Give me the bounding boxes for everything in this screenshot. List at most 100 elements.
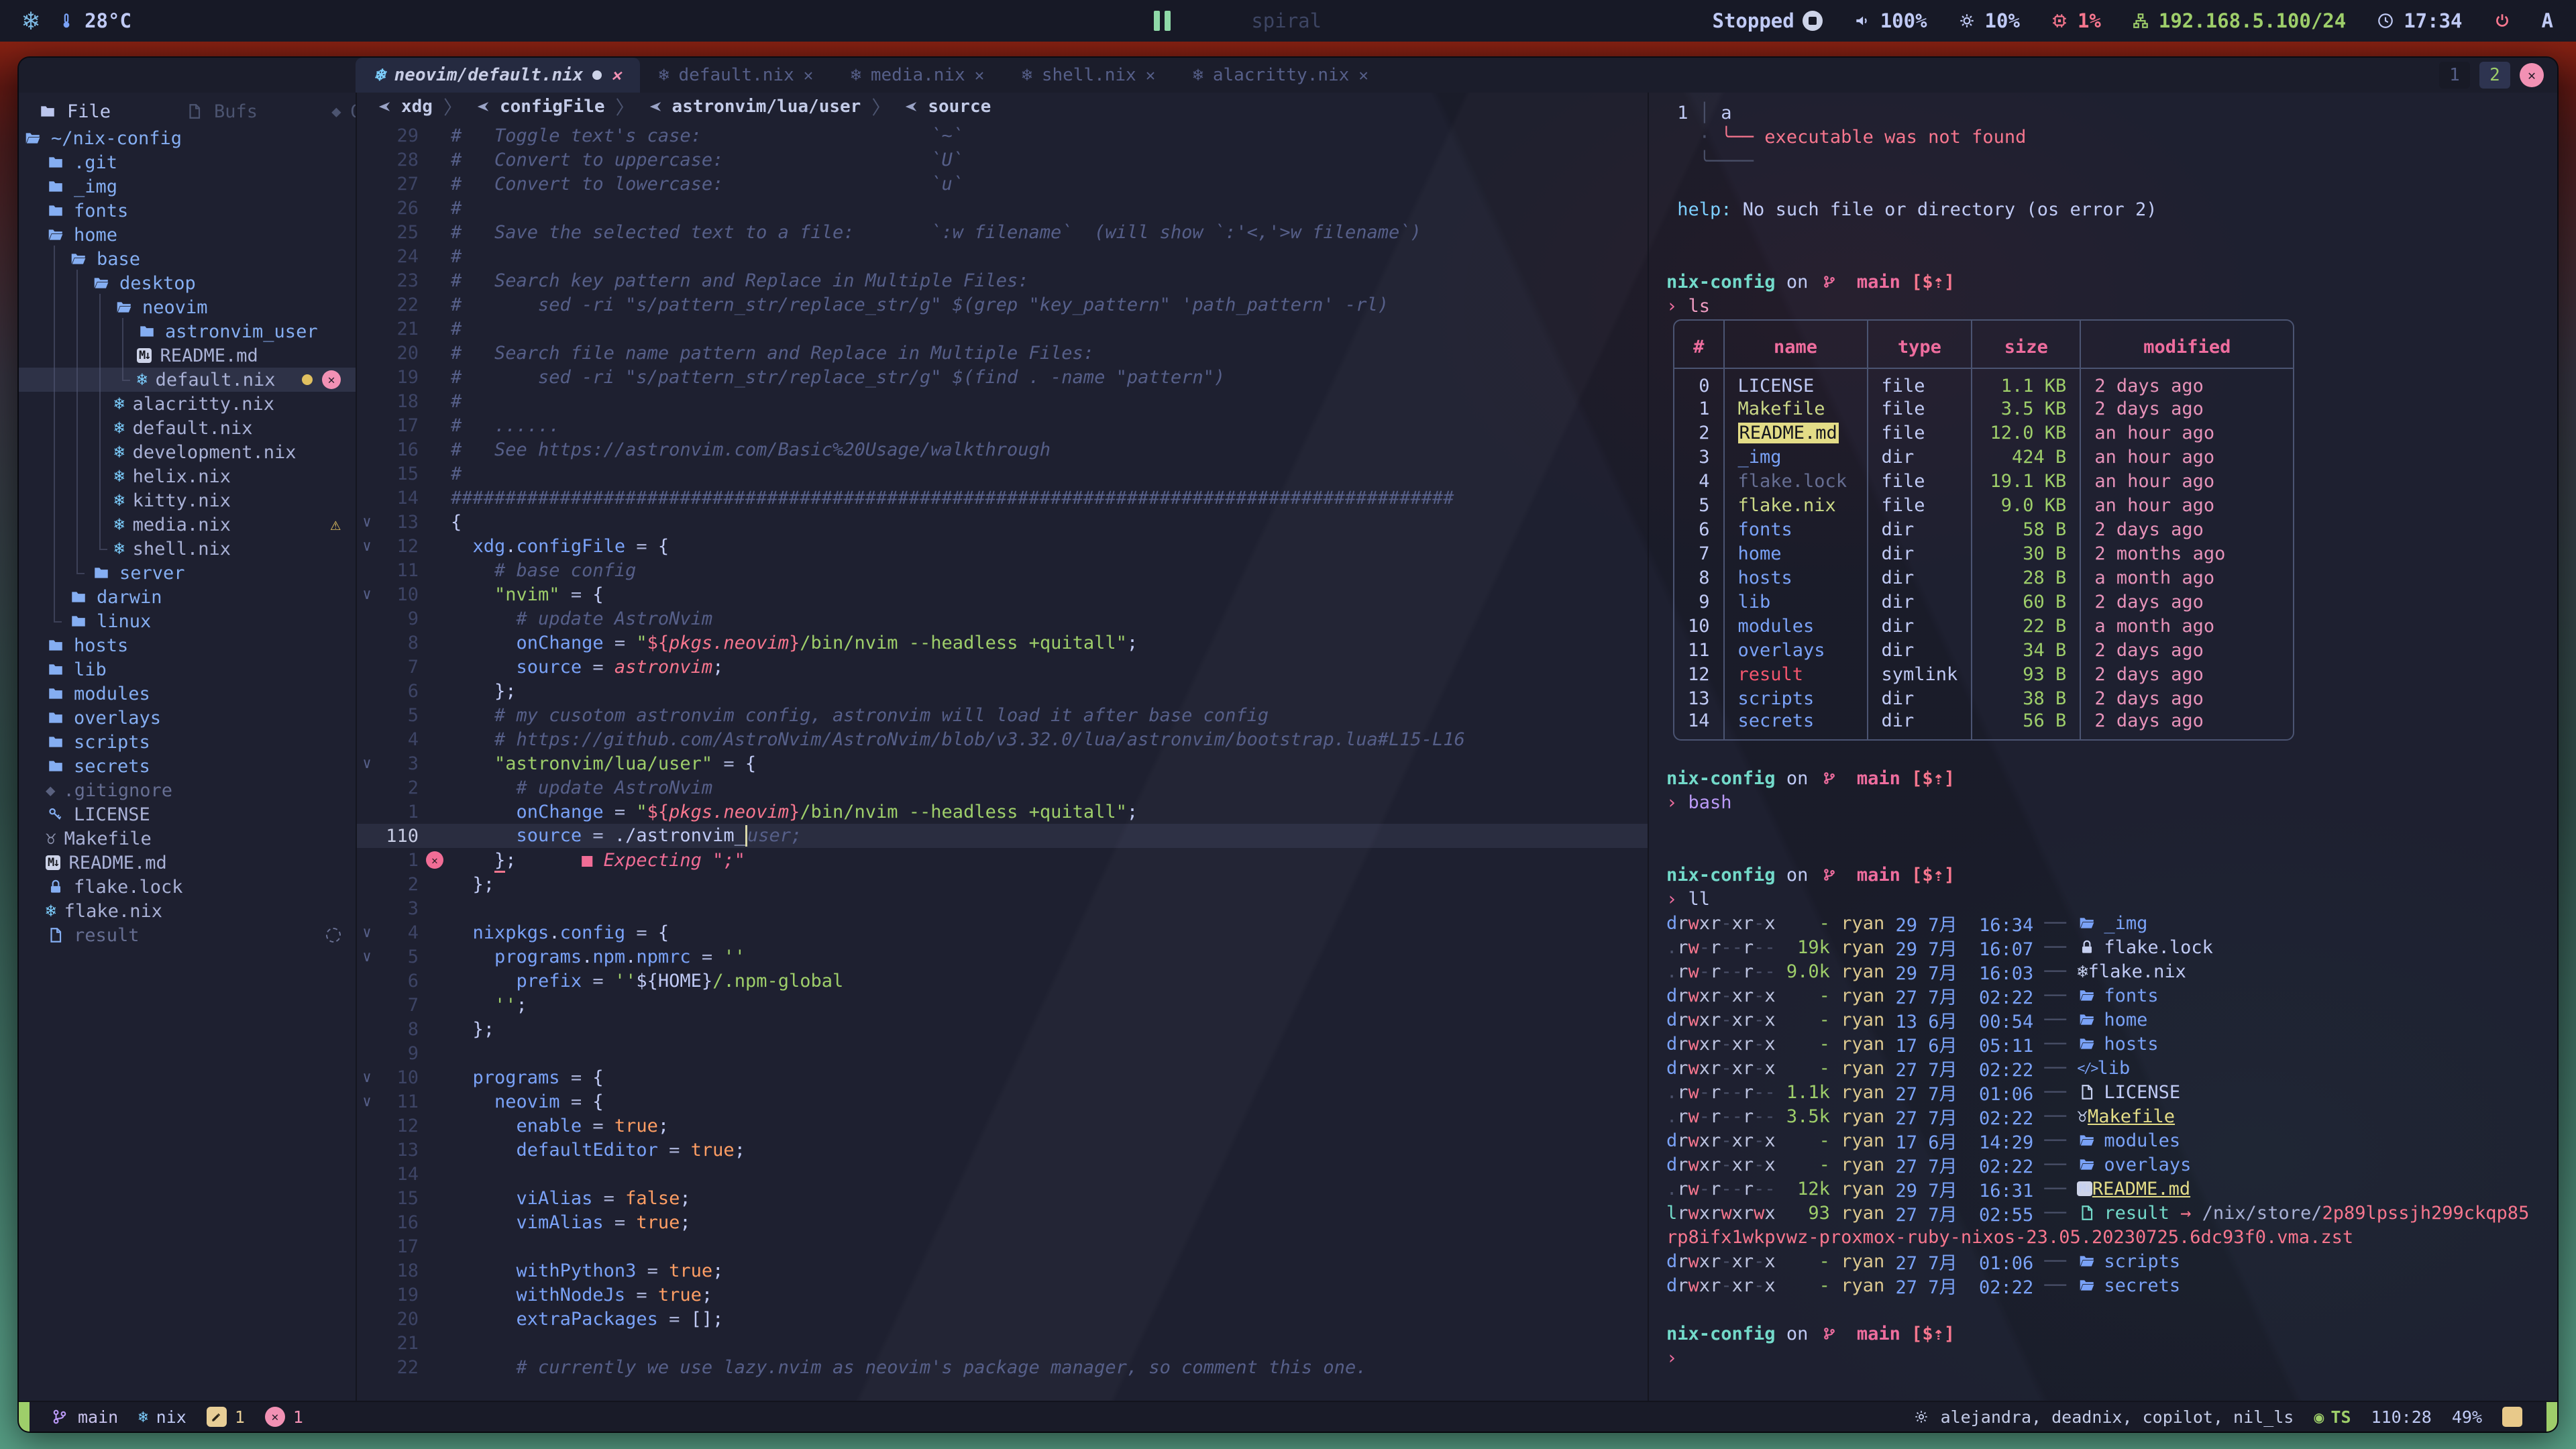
editor-line[interactable]: 15 viAlias = false; (357, 1186, 1648, 1210)
editor-line[interactable]: ∨5 programs.npm.npmrc = '' (357, 945, 1648, 969)
editor-line[interactable]: 21 (357, 1331, 1648, 1355)
memory-widget[interactable]: 10% (1957, 9, 2020, 32)
statusline-modified[interactable]: 1 (207, 1407, 245, 1427)
editor-line[interactable]: 14 (357, 1162, 1648, 1186)
tree-item-darwin[interactable]: darwin (19, 585, 356, 609)
editor-line[interactable]: 16 vimAlias = true; (357, 1210, 1648, 1234)
tree-item-media.nix[interactable]: ❄media.nix⚠ (19, 513, 356, 537)
tree-item-Makefile[interactable]: ♉Makefile (19, 826, 356, 851)
tree-item-_img[interactable]: _img (19, 174, 356, 199)
editor-line[interactable]: 12 enable = true; (357, 1114, 1648, 1138)
media-widget[interactable]: Stopped (1712, 9, 1822, 32)
tree-item-overlays[interactable]: overlays (19, 706, 356, 730)
tree-item-helix.nix[interactable]: ❄helix.nix (19, 464, 356, 488)
buffer-close-icon[interactable]: ✕ (975, 66, 984, 85)
editor-line[interactable]: 16# See https://astronvim.com/Basic%20Us… (357, 437, 1648, 462)
editor-line[interactable]: 8 onChange = "${pkgs.neovim}/bin/nvim --… (357, 631, 1648, 655)
neotree-source-git[interactable]: ◆Git (331, 101, 356, 122)
cpu-widget[interactable]: 1% (2049, 9, 2101, 32)
buffer-close-icon[interactable]: ✕ (611, 66, 621, 85)
editor-line[interactable]: 27# Convert to lowercase: `u` (357, 172, 1648, 196)
tree-item-server[interactable]: server (19, 561, 356, 585)
network-widget[interactable]: 192.168.5.100/24 (2131, 9, 2346, 32)
tree-item-alacritty.nix[interactable]: ❄alacritty.nix (19, 392, 356, 416)
tree-item-secrets[interactable]: secrets (19, 754, 356, 778)
editor-line[interactable]: 17 (357, 1234, 1648, 1258)
editor-line[interactable]: 25# Save the selected text to a file: `:… (357, 220, 1648, 244)
editor-line[interactable]: 24# (357, 244, 1648, 268)
tree-item-hosts[interactable]: hosts (19, 633, 356, 657)
fold-icon[interactable]: ∨ (357, 949, 377, 965)
tree-item-fonts[interactable]: fonts (19, 199, 356, 223)
tree-item-desktop[interactable]: desktop (19, 271, 356, 295)
statusline-git-branch[interactable]: main (50, 1407, 118, 1427)
editor-line-current[interactable]: 110 source = ./astronvim_user; (357, 824, 1648, 848)
editor-line[interactable]: ∨10 programs = { (357, 1065, 1648, 1089)
fold-icon[interactable]: ∨ (357, 1069, 377, 1086)
buffer-tab[interactable]: ❄media.nix✕ (832, 58, 1003, 93)
statusline-errors[interactable]: ✕ 1 (265, 1407, 303, 1427)
editor-line[interactable]: 7 source = astronvim; (357, 655, 1648, 679)
tree-item-LICENSE[interactable]: LICENSE (19, 802, 356, 826)
buffer-close-icon[interactable]: ✕ (1146, 66, 1155, 85)
editor-line[interactable]: 2 # update AstroNvim (357, 775, 1648, 800)
tree-item-default.nix[interactable]: ❄default.nix (19, 416, 356, 440)
tree-item-development.nix[interactable]: ❄development.nix (19, 440, 356, 464)
buffer-tab[interactable]: ❄neovim/default.nix✕ (356, 58, 640, 93)
editor-line[interactable]: 1✕ }; ■ Expecting ";" (357, 848, 1648, 872)
tree-item-README.md[interactable]: M↓README.md (19, 851, 356, 875)
fold-icon[interactable]: ∨ (357, 755, 377, 772)
buffer-tab[interactable]: ❄alacritty.nix✕ (1174, 58, 1387, 93)
editor-line[interactable]: 15# (357, 462, 1648, 486)
editor-line[interactable]: 19# sed -ri "s/pattern_str/replace_str/g… (357, 365, 1648, 389)
buffer-close-icon[interactable]: ✕ (1358, 66, 1368, 85)
editor-line[interactable]: 22 # currently we use lazy.nvim as neovi… (357, 1355, 1648, 1379)
editor-line[interactable]: ∨12 xdg.configFile = { (357, 534, 1648, 558)
neotree-source-file[interactable]: File (38, 101, 111, 122)
breadcrumb-item[interactable]: configFile (473, 97, 605, 117)
tree-item-home[interactable]: home (19, 223, 356, 247)
editor-line[interactable]: 20# Search file name pattern and Replace… (357, 341, 1648, 365)
editor-line[interactable]: ∨3 "astronvim/lua/user" = { (357, 751, 1648, 775)
tree-item-flake.lock[interactable]: flake.lock (19, 875, 356, 899)
workspace-label[interactable]: spiral (1251, 9, 1322, 32)
editor-line[interactable]: 9 (357, 1041, 1648, 1065)
fold-icon[interactable]: ∨ (357, 538, 377, 555)
buffer-close-icon[interactable]: ✕ (804, 66, 813, 85)
fold-icon[interactable]: ∨ (357, 924, 377, 941)
neotree-source-bufs[interactable]: Bufs (184, 101, 258, 122)
buffer-tab[interactable]: ❄shell.nix✕ (1003, 58, 1174, 93)
tree-item-result[interactable]: result (19, 923, 356, 947)
editor-line[interactable]: ∨4 nixpkgs.config = { (357, 920, 1648, 945)
tree-item-default.nix[interactable]: ❄default.nix✕ (19, 368, 356, 392)
fold-icon[interactable]: ∨ (357, 1093, 377, 1110)
tab-close-button[interactable]: ✕ (2520, 63, 2544, 87)
tree-item-modules[interactable]: modules (19, 682, 356, 706)
editor-line[interactable]: 9 # update AstroNvim (357, 606, 1648, 631)
editor-line[interactable]: 17# ...... (357, 413, 1648, 437)
editor-line[interactable]: 23# Search key pattern and Replace in Mu… (357, 268, 1648, 292)
power-icon[interactable] (2492, 11, 2512, 31)
editor-line[interactable]: 6 prefix = ''${HOME}/.npm-global (357, 969, 1648, 993)
tree-item-README.md[interactable]: M↓README.md (19, 343, 356, 368)
editor-line[interactable]: 1 onChange = "${pkgs.neovim}/bin/nvim --… (357, 800, 1648, 824)
tree-item-lib[interactable]: lib (19, 657, 356, 682)
clock-widget[interactable]: 17:34 (2375, 9, 2462, 32)
editor-line[interactable]: 19 withNodeJs = true; (357, 1283, 1648, 1307)
editor-buffer[interactable]: 29# Toggle text's case: `~`28# Convert t… (357, 121, 1648, 1401)
editor-line[interactable]: 7 ''; (357, 993, 1648, 1017)
volume-widget[interactable]: 100% (1852, 9, 1927, 32)
editor-line[interactable]: 4 # https://github.com/AstroNvim/AstroNv… (357, 727, 1648, 751)
breadcrumb-item[interactable]: astronvim/lua/user (645, 97, 861, 117)
terminal-pane[interactable]: 1 │ a · ╰── executable was not found ╰──… (1649, 93, 2557, 1401)
keyboard-layout[interactable]: A (2542, 9, 2553, 32)
nixos-logo-icon[interactable]: ❄ (23, 7, 39, 34)
editor-line[interactable]: 20 extraPackages = []; (357, 1307, 1648, 1331)
tree-item-linux[interactable]: linux (19, 609, 356, 633)
tree-item-astronvim_user[interactable]: astronvim_user (19, 319, 356, 343)
editor-line[interactable]: 21# (357, 317, 1648, 341)
close-icon[interactable]: ✕ (322, 370, 341, 389)
tree-item-flake.nix[interactable]: ❄flake.nix (19, 899, 356, 923)
editor-line[interactable]: 29# Toggle text's case: `~` (357, 123, 1648, 148)
editor-line[interactable]: 28# Convert to uppercase: `U` (357, 148, 1648, 172)
